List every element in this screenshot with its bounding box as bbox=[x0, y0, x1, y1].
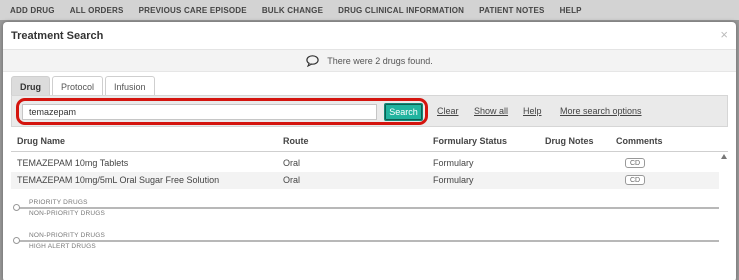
table-row[interactable]: TEMAZEPAM 10mg Tablets Oral Formulary CD bbox=[11, 155, 719, 172]
column-drug-name[interactable]: Drug Name bbox=[17, 136, 65, 146]
dialog-title: Treatment Search bbox=[11, 30, 104, 42]
top-navigation-bar: ADD DRUG ALL ORDERS PREVIOUS CARE EPISOD… bbox=[0, 0, 739, 20]
drug-name-cell[interactable]: TEMAZEPAM 10mg Tablets bbox=[17, 158, 128, 168]
notice-text: There were 2 drugs found. bbox=[327, 55, 433, 66]
tab-protocol[interactable]: Protocol bbox=[52, 76, 104, 96]
nav-patient-notes[interactable]: PATIENT NOTES bbox=[479, 6, 544, 15]
search-tabs: Drug Protocol Infusion bbox=[11, 76, 155, 96]
close-icon[interactable]: × bbox=[720, 28, 728, 41]
tab-drug[interactable]: Drug bbox=[11, 76, 50, 96]
route-cell: Oral bbox=[283, 175, 301, 185]
formulary-status-cell: Formulary bbox=[433, 158, 474, 168]
search-highlight-outline bbox=[16, 98, 428, 125]
nav-all-orders[interactable]: ALL ORDERS bbox=[70, 6, 124, 15]
scroll-up-arrow-icon[interactable] bbox=[721, 154, 727, 159]
treatment-search-dialog: Treatment Search × There were 2 drugs fo… bbox=[3, 22, 736, 280]
formulary-status-cell: Formulary bbox=[433, 175, 474, 185]
priority-drugs-label: PRIORITY DRUGS bbox=[29, 199, 88, 206]
show-all-link[interactable]: Show all bbox=[474, 106, 508, 116]
results-notice: There were 2 drugs found. bbox=[3, 50, 736, 72]
table-header: Drug Name Route Formulary Status Drug No… bbox=[11, 128, 728, 152]
results-table: Drug Name Route Formulary Status Drug No… bbox=[11, 128, 728, 278]
column-comments[interactable]: Comments bbox=[616, 136, 663, 146]
tab-infusion[interactable]: Infusion bbox=[105, 76, 155, 96]
cd-badge[interactable]: CD bbox=[625, 158, 645, 168]
high-alert-drugs-label: HIGH ALERT DRUGS bbox=[29, 243, 96, 250]
drug-name-cell[interactable]: TEMAZEPAM 10mg/5mL Oral Sugar Free Solut… bbox=[17, 175, 219, 185]
route-cell: Oral bbox=[283, 158, 301, 168]
column-drug-notes[interactable]: Drug Notes bbox=[545, 136, 594, 146]
speech-bubble-icon bbox=[306, 54, 319, 67]
non-priority-drugs-label: NON-PRIORITY DRUGS bbox=[29, 210, 106, 217]
column-formulary-status[interactable]: Formulary Status bbox=[433, 136, 507, 146]
more-search-options-link[interactable]: More search options bbox=[560, 106, 642, 116]
high-alert-divider[interactable] bbox=[13, 237, 719, 244]
search-panel: Search Clear Show all Help More search o… bbox=[11, 95, 728, 127]
divider-handle-icon[interactable] bbox=[13, 204, 20, 211]
table-row[interactable]: TEMAZEPAM 10mg/5mL Oral Sugar Free Solut… bbox=[11, 172, 719, 189]
priority-divider[interactable] bbox=[13, 204, 719, 211]
help-link[interactable]: Help bbox=[523, 106, 542, 116]
non-priority-drugs-label: NON-PRIORITY DRUGS bbox=[29, 232, 106, 239]
nav-bulk-change[interactable]: BULK CHANGE bbox=[262, 6, 323, 15]
clear-link[interactable]: Clear bbox=[437, 106, 459, 116]
cd-badge[interactable]: CD bbox=[625, 175, 645, 185]
dialog-header: Treatment Search × bbox=[3, 22, 736, 50]
nav-previous-care-episode[interactable]: PREVIOUS CARE EPISODE bbox=[139, 6, 247, 15]
column-route[interactable]: Route bbox=[283, 136, 309, 146]
nav-add-drug[interactable]: ADD DRUG bbox=[10, 6, 55, 15]
divider-handle-icon[interactable] bbox=[13, 237, 20, 244]
nav-drug-clinical-information[interactable]: DRUG CLINICAL INFORMATION bbox=[338, 6, 464, 15]
nav-help[interactable]: HELP bbox=[560, 6, 582, 15]
